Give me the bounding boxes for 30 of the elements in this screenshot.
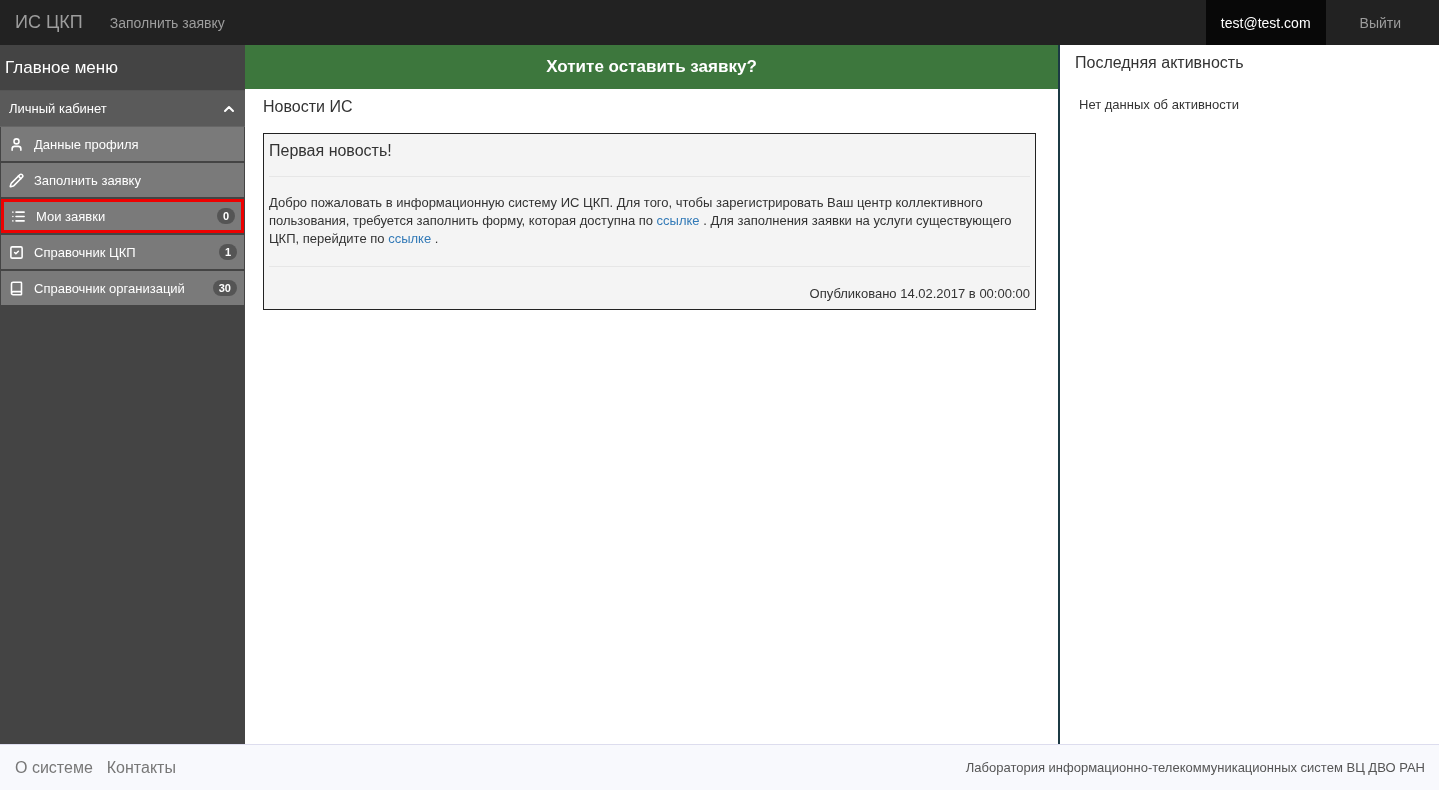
publish-date: Опубликовано 14.02.2017 в 00:00:00 bbox=[808, 285, 1030, 301]
logout-link[interactable]: Выйти bbox=[1325, 0, 1439, 45]
section-header[interactable]: Личный кабинет bbox=[0, 91, 245, 127]
menu-item[interactable]: Справочник организаций 30 bbox=[1, 271, 244, 305]
section-title: Новости ИС bbox=[263, 98, 354, 116]
menu-item[interactable]: Данные профиля bbox=[1, 127, 244, 161]
text-link[interactable]: ссылке bbox=[656, 213, 700, 228]
book-icon bbox=[9, 280, 24, 296]
count-badge: 1 bbox=[218, 244, 237, 260]
brand-link[interactable]: ИС ЦКП bbox=[0, 0, 98, 45]
request-banner[interactable]: Хотите оставить заявку? bbox=[245, 45, 1058, 89]
menu-item[interactable]: Мои заявки 0 bbox=[1, 199, 244, 233]
empty-message: Нет данных об активности bbox=[1078, 96, 1240, 112]
menu-item[interactable]: Заполнить заявку bbox=[1, 163, 244, 197]
count-badge: 0 bbox=[216, 208, 235, 224]
checkbox-icon bbox=[9, 244, 24, 260]
user-link[interactable]: test@test.com bbox=[1205, 0, 1326, 45]
text-link[interactable]: ссылке bbox=[388, 231, 432, 246]
news-title: Первая новость! bbox=[269, 142, 1030, 177]
user-icon bbox=[9, 136, 24, 152]
count-badge: 30 bbox=[212, 280, 237, 296]
nav-link[interactable]: Заполнить заявку bbox=[97, 0, 237, 45]
list-icon bbox=[11, 208, 26, 224]
footer-credit: Лаборатория информационно-телекоммуникационных систем ВЦ ДВО РАН bbox=[965, 760, 1425, 775]
footer-link[interactable]: Контакты bbox=[106, 758, 176, 777]
menu-item[interactable]: Справочник ЦКП 1 bbox=[1, 235, 244, 269]
footer-link[interactable]: О системе bbox=[15, 758, 93, 777]
panel-title: Последняя активность bbox=[1074, 53, 1245, 72]
pencil-icon bbox=[9, 172, 24, 188]
news-text: Добро пожаловать в информационную систему ИС ЦКП. Для того, чтобы зарегистрировать Ваш центр коллективного пользования, требуется заполнить форму, которая доступна по ссылке . Для заполнения заявки на услуги существующего ЦКП, перейдите по ссылке . bbox=[269, 177, 1030, 267]
